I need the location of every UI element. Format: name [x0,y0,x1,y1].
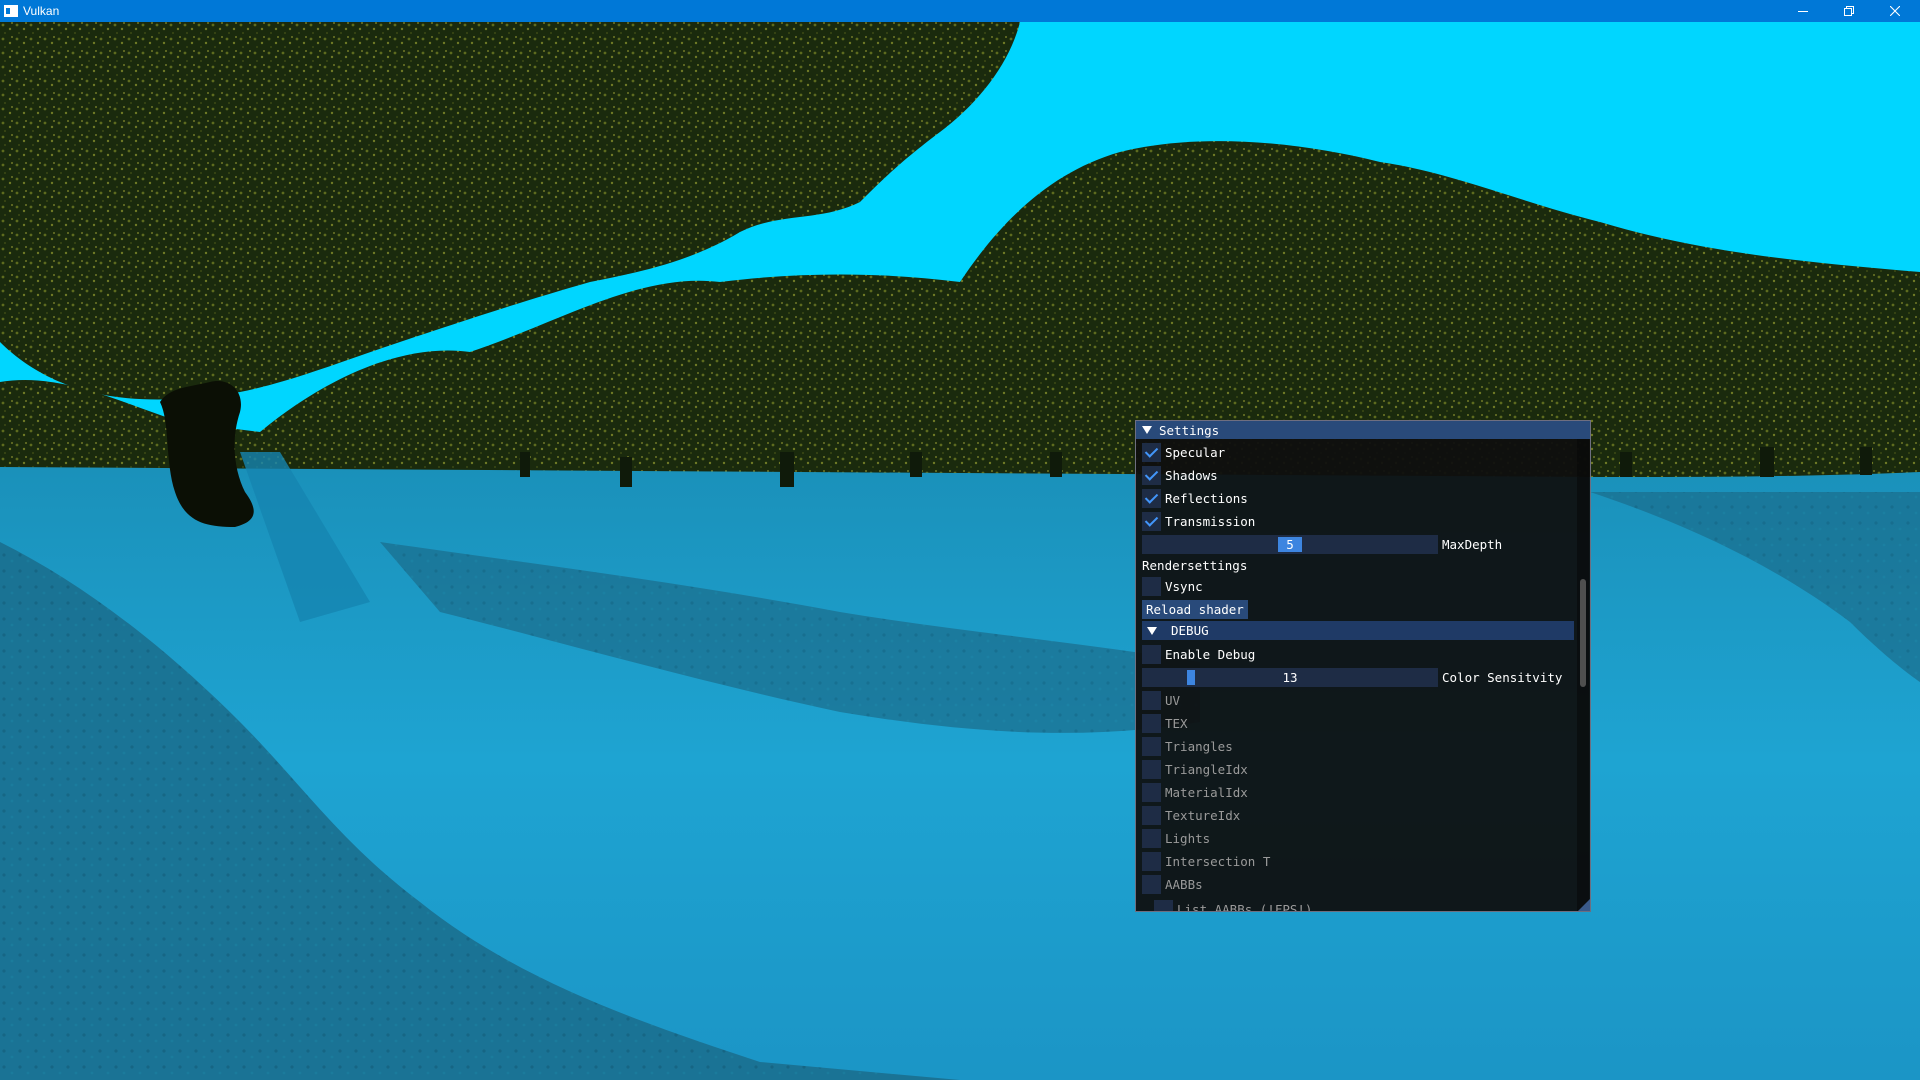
settings-scrollbar[interactable] [1577,439,1589,911]
debug-option-label: UV [1165,693,1181,708]
transmission-label: Transmission [1165,514,1256,529]
debug-option-checkbox[interactable] [1142,829,1161,848]
reflections-checkbox[interactable] [1142,489,1161,508]
window-titlebar[interactable]: Vulkan [0,0,1920,22]
list-aabbs-label: List AABBs (!FPS!) [1177,902,1313,911]
restore-button[interactable] [1826,0,1872,22]
debug-collapse-arrow-icon[interactable] [1147,626,1157,635]
vsync-checkbox[interactable] [1142,577,1161,596]
shadows-label: Shadows [1165,468,1218,483]
debug-option-label: TriangleIdx [1165,762,1248,777]
vsync-checkbox-row[interactable]: Vsync [1142,575,1574,598]
debug-option-row[interactable]: TriangleIdx [1142,758,1574,781]
settings-window[interactable]: Settings Specular Shadows Reflections Tr… [1135,420,1591,912]
render-viewport[interactable] [0,22,1920,1080]
max-depth-slider[interactable]: 5 [1142,535,1438,554]
minimize-button[interactable] [1780,0,1826,22]
list-aabbs-row[interactable]: List AABBs (!FPS!) [1154,898,1574,911]
reload-shader-button[interactable]: Reload shader [1142,600,1248,619]
debug-option-checkbox[interactable] [1142,852,1161,871]
rendersettings-label: Rendersettings [1142,557,1248,573]
window-title: Vulkan [23,4,60,18]
debug-option-label: AABBs [1165,877,1203,892]
enable-debug-row[interactable]: Enable Debug [1142,643,1574,666]
debug-header[interactable]: DEBUG [1142,621,1574,640]
shadows-checkbox[interactable] [1142,466,1161,485]
color-sensitivity-value: 13 [1282,670,1298,685]
debug-option-checkbox[interactable] [1142,760,1161,779]
color-sensitivity-label: Color Sensitvity [1442,670,1563,685]
settings-titlebar[interactable]: Settings [1136,421,1590,439]
enable-debug-checkbox[interactable] [1142,645,1161,664]
minimize-icon [1798,11,1808,12]
scrollbar-thumb[interactable] [1580,579,1586,687]
close-icon [1890,6,1900,16]
settings-title: Settings [1159,422,1220,438]
debug-option-checkbox[interactable] [1142,875,1161,894]
debug-option-row[interactable]: MaterialIdx [1142,781,1574,804]
debug-option-row[interactable]: Intersection T [1142,850,1574,873]
debug-option-checkbox[interactable] [1142,691,1161,710]
vsync-label: Vsync [1165,579,1203,594]
color-sensitivity-slider[interactable]: 13 [1142,668,1438,687]
debug-option-row[interactable]: TextureIdx [1142,804,1574,827]
specular-label: Specular [1165,445,1226,460]
enable-debug-label: Enable Debug [1165,647,1256,662]
transmission-checkbox[interactable] [1142,512,1161,531]
debug-option-label: Lights [1165,831,1211,846]
max-depth-value: 5 [1286,537,1294,552]
debug-option-checkbox[interactable] [1142,737,1161,756]
debug-option-row[interactable]: Lights [1142,827,1574,850]
transmission-checkbox-row[interactable]: Transmission [1142,510,1574,533]
specular-checkbox-row[interactable]: Specular [1142,441,1574,464]
debug-option-checkbox[interactable] [1142,714,1161,733]
resize-grip[interactable] [1578,899,1590,911]
debug-option-checkbox[interactable] [1142,806,1161,825]
debug-option-row[interactable]: Triangles [1142,735,1574,758]
settings-content: Specular Shadows Reflections Transmissio… [1142,439,1574,911]
debug-option-label: TextureIdx [1165,808,1241,823]
max-depth-row: 5 MaxDepth [1142,533,1574,556]
close-button[interactable] [1872,0,1918,22]
specular-checkbox[interactable] [1142,443,1161,462]
app-window-icon [4,5,18,17]
debug-option-row[interactable]: TEX [1142,712,1574,735]
collapse-arrow-icon[interactable] [1142,426,1152,434]
restore-icon [1844,6,1854,16]
rendered-scene [0,22,1920,1080]
debug-option-checkbox[interactable] [1142,783,1161,802]
max-depth-label: MaxDepth [1442,537,1503,552]
debug-option-label: TEX [1165,716,1188,731]
debug-option-row[interactable]: UV [1142,689,1574,712]
reload-shader-row: Reload shader [1142,598,1574,621]
debug-option-label: Intersection T [1165,854,1271,869]
debug-option-label: Triangles [1165,739,1233,754]
rendersettings-row: Rendersettings [1142,555,1574,575]
color-sensitivity-row: 13 Color Sensitvity [1142,666,1574,689]
debug-header-label: DEBUG [1171,623,1209,638]
list-aabbs-checkbox[interactable] [1154,900,1173,911]
reflections-label: Reflections [1165,491,1248,506]
shadows-checkbox-row[interactable]: Shadows [1142,464,1574,487]
debug-option-label: MaterialIdx [1165,785,1248,800]
reflections-checkbox-row[interactable]: Reflections [1142,487,1574,510]
debug-option-row[interactable]: AABBs [1142,873,1574,896]
